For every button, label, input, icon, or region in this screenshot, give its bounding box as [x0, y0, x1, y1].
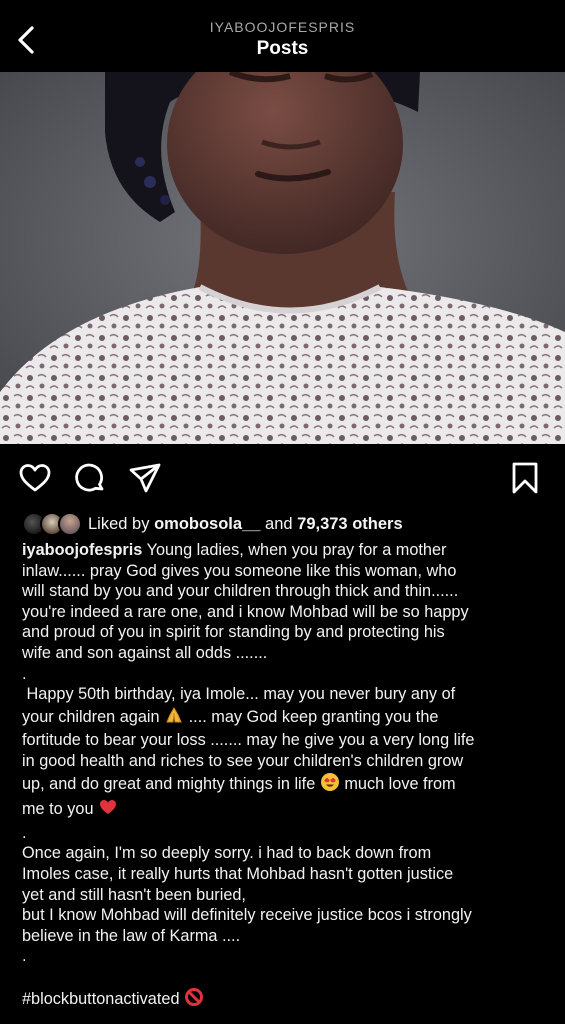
- caption-text: Young ladies, when you pray for a mother: [146, 541, 447, 559]
- caption-line: .: [22, 823, 27, 842]
- caption-line: in good health and riches to see your ch…: [22, 751, 464, 770]
- caption-username[interactable]: iyaboojofespris: [22, 541, 142, 559]
- muted-speaker-icon: [511, 294, 555, 444]
- caption-line: Once again, I'm so deeply sorry. i had t…: [22, 844, 432, 863]
- caption-line: .: [22, 947, 27, 966]
- liker-username[interactable]: omobosola__: [154, 515, 260, 533]
- save-button[interactable]: [507, 460, 543, 496]
- likes-prefix: Liked by: [88, 514, 150, 533]
- caption-line: believe in the law of Karma ....: [22, 926, 241, 945]
- share-button[interactable]: [127, 460, 163, 496]
- caption-line: iyaboojofespris Young ladies, when you p…: [22, 540, 552, 561]
- paper-plane-icon: [129, 463, 161, 493]
- caption-line: and proud of you in spirit for standing …: [22, 623, 445, 642]
- heart-eyes-emoji: [320, 772, 340, 798]
- like-button[interactable]: [17, 460, 53, 496]
- likes-middle: and: [265, 514, 293, 533]
- caption-line: fortitude to bear your loss ....... may …: [22, 731, 475, 750]
- caption-text: .... may God keep granting you the: [188, 707, 439, 726]
- caption-line: Happy 50th birthday, iya Imole... may yo…: [22, 685, 456, 704]
- hashtag-link[interactable]: #blockbuttonactivated: [22, 990, 180, 1008]
- likes-count[interactable]: 79,373 others: [297, 515, 402, 533]
- post-caption: iyaboojofespris Young ladies, when you p…: [22, 540, 552, 1013]
- comment-bubble-icon: [75, 463, 104, 492]
- post-photo[interactable]: [0, 72, 565, 444]
- caption-text: much love from: [344, 774, 456, 793]
- top-bar: IYABOOJOFESPRIS Posts: [0, 0, 565, 72]
- folded-hands-emoji: [164, 705, 184, 731]
- red-heart-emoji: [98, 797, 118, 823]
- heart-icon: [19, 464, 51, 492]
- caption-line: up, and do great and mighty things in li…: [22, 772, 552, 798]
- caption-line: me to you: [22, 797, 552, 823]
- header-username[interactable]: IYABOOJOFESPRIS: [0, 19, 565, 35]
- prohibited-emoji: [184, 987, 204, 1013]
- avatar: [58, 512, 82, 536]
- page-title: Posts: [256, 38, 309, 59]
- caption-line: inlaw...... pray God gives you someone l…: [22, 561, 457, 580]
- caption-line: #blockbuttonactivated: [22, 987, 552, 1013]
- caption-text: up, and do great and mighty things in li…: [22, 774, 316, 793]
- caption-line: Imoles case, it really hurts that Mohbad…: [22, 864, 454, 883]
- caption-line: yet and still hasn't been buried,: [22, 885, 246, 904]
- bookmark-icon: [512, 462, 538, 494]
- post-actions: [0, 456, 565, 500]
- caption-line: will stand by you and your children thro…: [22, 582, 459, 601]
- caption-line: wife and son against all odds .......: [22, 643, 268, 662]
- likes-summary[interactable]: Liked by omobosola__ and 79,373 others: [22, 512, 403, 536]
- caption-line: .: [22, 664, 27, 683]
- likes-text: Liked by omobosola__ and 79,373 others: [88, 515, 403, 534]
- caption-line: your children again .... may God keep gr…: [22, 705, 552, 731]
- caption-text: your children again: [22, 707, 160, 726]
- caption-text: me to you: [22, 800, 94, 819]
- liker-avatars: [22, 512, 82, 536]
- comment-button[interactable]: [72, 460, 108, 496]
- portrait-image: [0, 72, 565, 444]
- caption-line: you're indeed a rare one, and i know Moh…: [22, 602, 469, 621]
- caption-line: but I know Mohbad will definitely receiv…: [22, 906, 472, 925]
